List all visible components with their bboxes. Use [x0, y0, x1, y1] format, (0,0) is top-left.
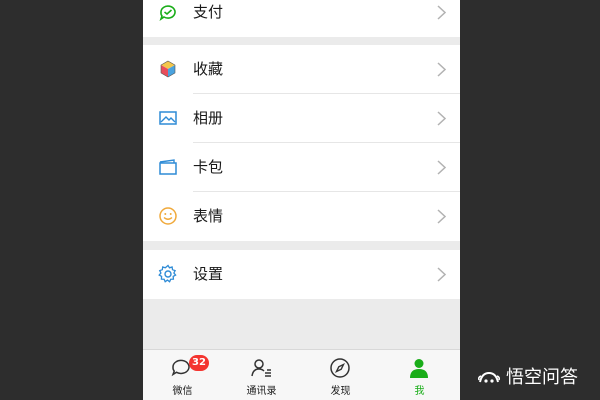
gear-icon — [158, 264, 177, 283]
menu-item-album[interactable]: 相册 — [143, 94, 460, 143]
menu-item-stickers[interactable]: 表情 — [143, 192, 460, 241]
phone-screen: 支付 收藏 相册 卡包 表情 设置 32 微信 通讯录 发现 我 — [143, 0, 460, 400]
unread-badge: 32 — [189, 355, 209, 371]
card-package-icon — [159, 159, 177, 175]
chevron-right-icon — [437, 62, 446, 77]
tab-label: 我 — [414, 386, 425, 397]
tab-contacts[interactable]: 通讯录 — [222, 350, 301, 400]
menu-item-pay[interactable]: 支付 — [143, 0, 460, 37]
menu-item-cards[interactable]: 卡包 — [143, 143, 460, 192]
menu-item-label: 收藏 — [193, 60, 224, 78]
tab-label: 通讯录 — [246, 386, 277, 397]
watermark-text: 悟空问答 — [506, 367, 578, 388]
menu-item-label: 设置 — [193, 265, 224, 283]
tab-label: 微信 — [172, 386, 193, 397]
menu-item-label: 卡包 — [193, 158, 224, 176]
compass-icon — [330, 358, 350, 378]
tab-discover[interactable]: 发现 — [301, 350, 380, 400]
menu-group-settings: 设置 — [143, 250, 460, 299]
chevron-right-icon — [437, 160, 446, 175]
tab-label: 发现 — [330, 386, 351, 397]
bottom-tab-bar: 32 微信 通讯录 发现 我 — [143, 349, 460, 400]
menu-item-label: 相册 — [193, 109, 224, 127]
tab-me[interactable]: 我 — [380, 350, 459, 400]
person-icon — [410, 359, 428, 378]
chevron-right-icon — [437, 267, 446, 282]
contacts-icon — [251, 359, 271, 377]
menu-item-label: 支付 — [193, 3, 224, 21]
tab-chats[interactable]: 32 微信 — [143, 350, 222, 400]
chevron-right-icon — [437, 209, 446, 224]
menu-item-settings[interactable]: 设置 — [143, 250, 460, 299]
chevron-right-icon — [437, 111, 446, 126]
menu-item-favorites[interactable]: 收藏 — [143, 45, 460, 94]
wukong-logo-icon — [478, 371, 500, 383]
menu-item-label: 表情 — [193, 207, 224, 225]
chevron-right-icon — [437, 5, 446, 20]
menu-group-main: 收藏 相册 卡包 表情 — [143, 45, 460, 241]
menu-group-pay: 支付 — [143, 0, 460, 37]
wallet-icon — [159, 5, 176, 21]
album-picture-icon — [159, 111, 177, 125]
smiley-face-icon — [159, 207, 177, 225]
favorites-cube-icon — [160, 60, 176, 78]
